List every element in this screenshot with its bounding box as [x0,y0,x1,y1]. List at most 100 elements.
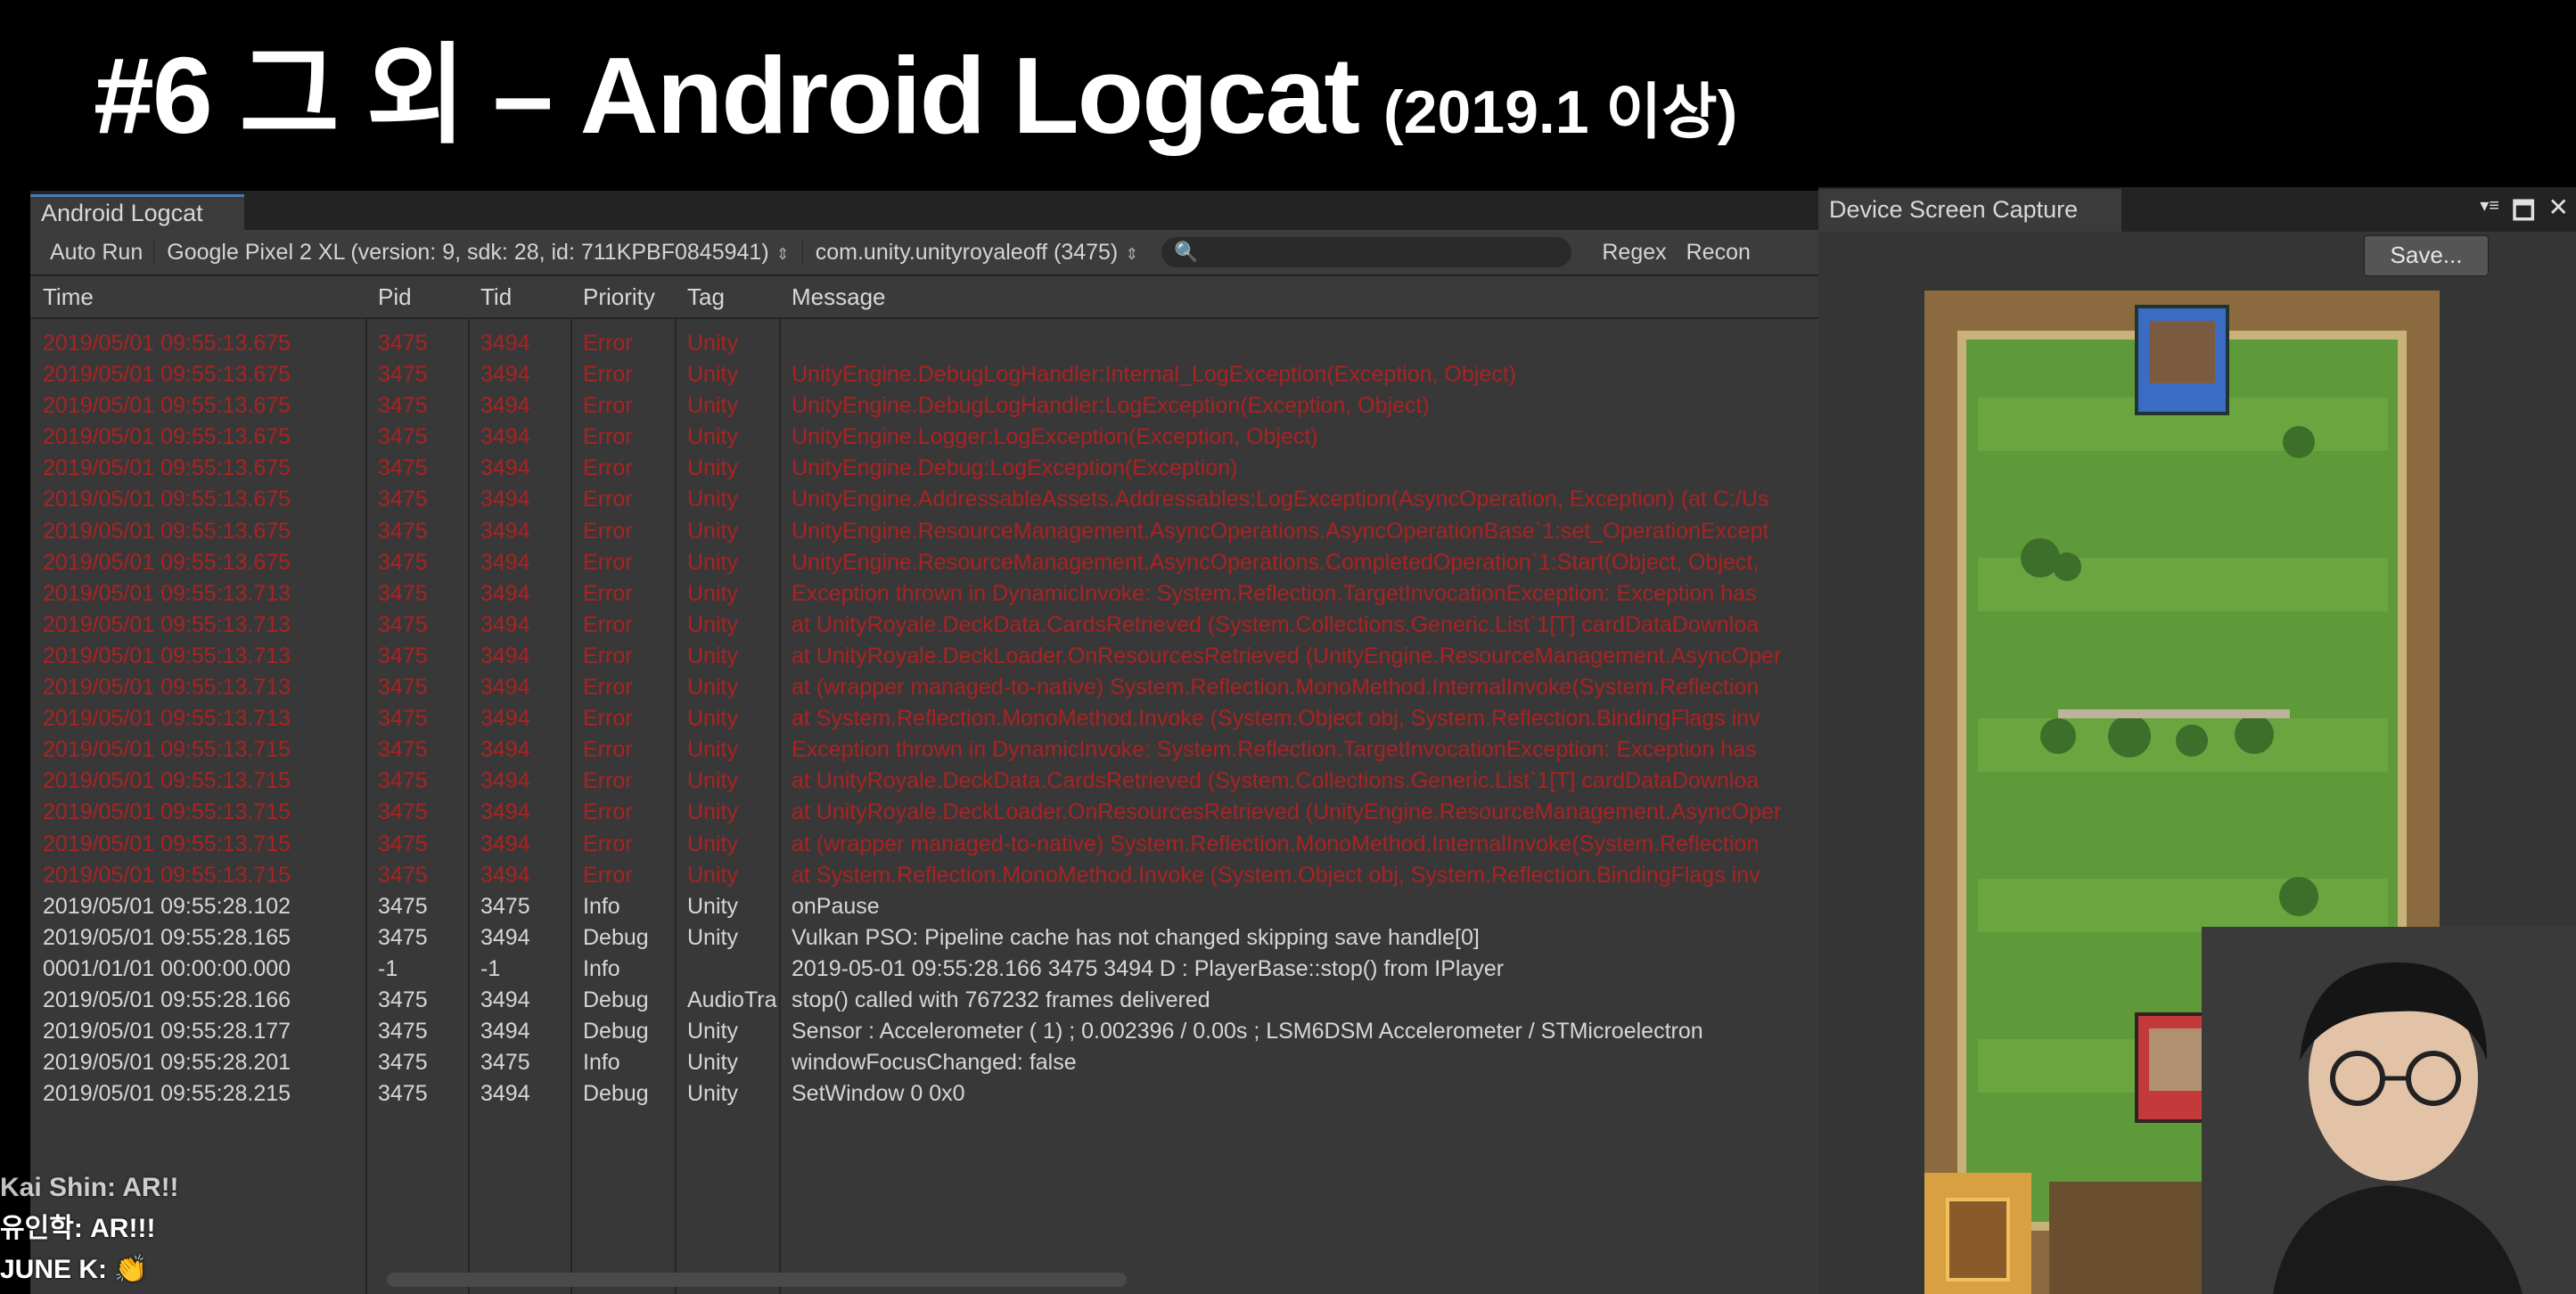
cell-priority: Debug [583,924,649,950]
auto-run-button[interactable]: Auto Run [30,240,153,266]
log-row[interactable]: 2019/05/01 09:55:13.713 3475 3494 Error Unit… [30,672,1822,703]
cell-tag: Unity [687,706,738,732]
cell-pid: 3475 [378,831,428,856]
column-header-tid[interactable]: Tid [468,276,570,317]
menu-icon[interactable]: ▾≡ [2480,192,2499,235]
log-row[interactable]: 2019/05/01 09:55:13.713 3475 3494 Error Unit… [30,641,1822,672]
cell-priority: Debug [583,987,649,1012]
column-header-pid[interactable]: Pid [365,276,468,317]
log-row[interactable]: 2019/05/01 09:55:28.215 3475 3494 Debug Unit… [30,1078,1822,1110]
filter-search-input[interactable] [1198,240,1541,265]
chat-text: AR!!! [90,1214,156,1243]
cell-tag: Unity [687,580,738,606]
cell-tid: 3494 [480,768,530,794]
log-row[interactable]: 2019/05/01 09:55:13.715 3475 3494 Error Unit… [30,860,1822,891]
cell-time: 2019/05/01 09:55:28.177 [43,1019,291,1044]
chat-message: Kai Shin: AR!! [0,1173,179,1202]
presenter-image [2202,927,2576,1294]
logcat-toolbar: Auto Run Google Pixel 2 XL (version: 9, … [30,230,1822,276]
cell-message: SetWindow 0 0x0 [792,1081,965,1107]
logcat-window: Android Logcat Auto Run Google Pixel 2 X… [30,191,1822,1294]
cell-message: Vulkan PSO: Pipeline cache has not chang… [792,924,1480,950]
tab-android-logcat[interactable]: Android Logcat [30,194,244,230]
cell-priority: Debug [583,1081,649,1107]
chat-text: AR!! [122,1173,179,1202]
cell-tid: 3494 [480,924,530,950]
cell-time: 2019/05/01 09:55:13.675 [43,455,291,481]
cell-message: UnityEngine.DebugLogHandler:Internal_Log… [792,362,1517,388]
cell-tag: Unity [687,362,738,388]
cell-message: at (wrapper managed-to-native) System.Re… [792,675,1760,700]
log-row[interactable]: 2019/05/01 09:55:13.713 3475 3494 Error Unit… [30,578,1822,610]
cell-message [779,328,1822,359]
package-dropdown[interactable]: com.unity.unityroyaleoff (3475) ⇕ [801,239,1152,266]
log-row[interactable]: 2019/05/01 09:55:13.713 3475 3494 Error Unit… [30,610,1822,641]
cell-tag: Unity [687,1050,738,1076]
cell-pid: 3475 [378,580,428,606]
log-row[interactable]: 2019/05/01 09:55:28.201 3475 3475 Info Unity… [30,1047,1822,1078]
log-row[interactable]: 2019/05/01 09:55:13.675 3475 3494 Error Unit… [30,390,1822,422]
chat-message: 유인학: AR!!! [0,1214,156,1243]
log-row[interactable]: 2019/05/01 09:55:28.166 3475 3494 Debug Audi… [30,985,1822,1016]
regex-toggle[interactable]: Regex [1582,240,1677,266]
reconnect-button[interactable]: Recon [1678,240,1761,266]
cell-tag: Unity [687,424,738,450]
cell-tid: 3494 [480,799,530,825]
device-dropdown[interactable]: Google Pixel 2 XL (version: 9, sdk: 28, … [153,239,801,266]
column-header-message[interactable]: Message [779,276,1822,317]
slide-title-sub: (2019.1 이상) [1382,78,1738,146]
log-row[interactable]: 2019/05/01 09:55:28.177 3475 3494 Debug Unit… [30,1016,1822,1047]
cell-tag: Unity [687,455,738,481]
cell-tag: Unity [687,487,738,512]
tab-device-screen-capture[interactable]: Device Screen Capture [1818,189,2121,232]
cell-tag: Unity [687,393,738,419]
column-header-tag[interactable]: Tag [675,276,779,317]
cell-time: 2019/05/01 09:55:13.675 [43,424,291,450]
log-row[interactable]: 2019/05/01 09:55:28.165 3475 3494 Debug Unit… [30,922,1822,954]
cell-tid: 3494 [480,487,530,512]
filter-search-box[interactable]: 🔍 [1161,237,1572,267]
cell-pid: 3475 [378,393,428,419]
cell-priority: Error [583,549,633,575]
log-row[interactable]: 0001/01/01 00:00:00.000 -1 -1 Info 2019-05-0… [30,954,1822,985]
maximize-icon[interactable]: 🗖 [2512,192,2536,235]
cell-tag: AudioTra [687,987,777,1012]
cell-tid: 3475 [480,1050,530,1076]
cell-pid: 3475 [378,1050,428,1076]
cell-time: 2019/05/01 09:55:13.713 [43,580,291,606]
log-row[interactable]: 2019/05/01 09:55:13.675 3475 3494 Error Unit… [30,422,1822,453]
log-row[interactable]: 2019/05/01 09:55:28.102 3475 3475 Info Unity… [30,891,1822,922]
log-row[interactable]: 2019/05/01 09:55:13.675 3475 3494 Error Unit… [30,516,1822,547]
close-icon[interactable]: ✕ [2548,192,2569,235]
cell-message: at System.Reflection.MonoMethod.Invoke (… [792,706,1760,732]
cell-tid: 3494 [480,706,530,732]
column-header-priority[interactable]: Priority [570,276,675,317]
cell-tid: 3494 [480,455,530,481]
cell-time: 2019/05/01 09:55:28.201 [43,1050,291,1076]
log-row[interactable]: 2019/05/01 09:55:13.715 3475 3494 Error Unit… [30,766,1822,797]
log-row[interactable]: 2019/05/01 09:55:13.675 3475 3494 Error Unit… [30,484,1822,515]
log-row[interactable]: 2019/05/01 09:55:13.715 3475 3494 Error Unit… [30,734,1822,766]
save-button[interactable]: Save... [2364,235,2489,276]
cell-message: UnityEngine.DebugLogHandler:LogException… [792,393,1430,419]
cell-tid: 3494 [480,580,530,606]
column-header-time[interactable]: Time [30,276,365,317]
cell-tid: 3494 [480,1081,530,1107]
cell-priority: Info [583,1050,620,1076]
cell-priority: Error [583,455,633,481]
cell-tag: Unity [687,611,738,637]
log-row[interactable]: 2019/05/01 09:55:13.713 3475 3494 Error Unit… [30,703,1822,734]
log-row[interactable]: 2019/05/01 09:55:13.715 3475 3494 Error Unit… [30,797,1822,828]
log-rows: 2019/05/01 09:55:13.675 3475 3494 Error Unit… [30,328,1822,1110]
log-row[interactable]: 2019/05/01 09:55:13.675 3475 3494 Error Unit… [30,547,1822,578]
cell-pid: 3475 [378,737,428,763]
cell-message: UnityEngine.Logger:LogException(Exceptio… [792,424,1318,450]
cell-time: 2019/05/01 09:55:13.715 [43,737,291,763]
cell-tag: Unity [687,924,738,950]
log-row[interactable]: 2019/05/01 09:55:13.675 3475 3494 Error Unit… [30,328,1822,359]
log-row[interactable]: 2019/05/01 09:55:13.675 3475 3494 Error Unit… [30,453,1822,484]
log-row[interactable]: 2019/05/01 09:55:13.675 3475 3494 Error Unit… [30,359,1822,390]
cell-priority: Error [583,799,633,825]
horizontal-scrollbar[interactable] [387,1273,1127,1287]
log-row[interactable]: 2019/05/01 09:55:13.715 3475 3494 Error Unit… [30,829,1822,860]
